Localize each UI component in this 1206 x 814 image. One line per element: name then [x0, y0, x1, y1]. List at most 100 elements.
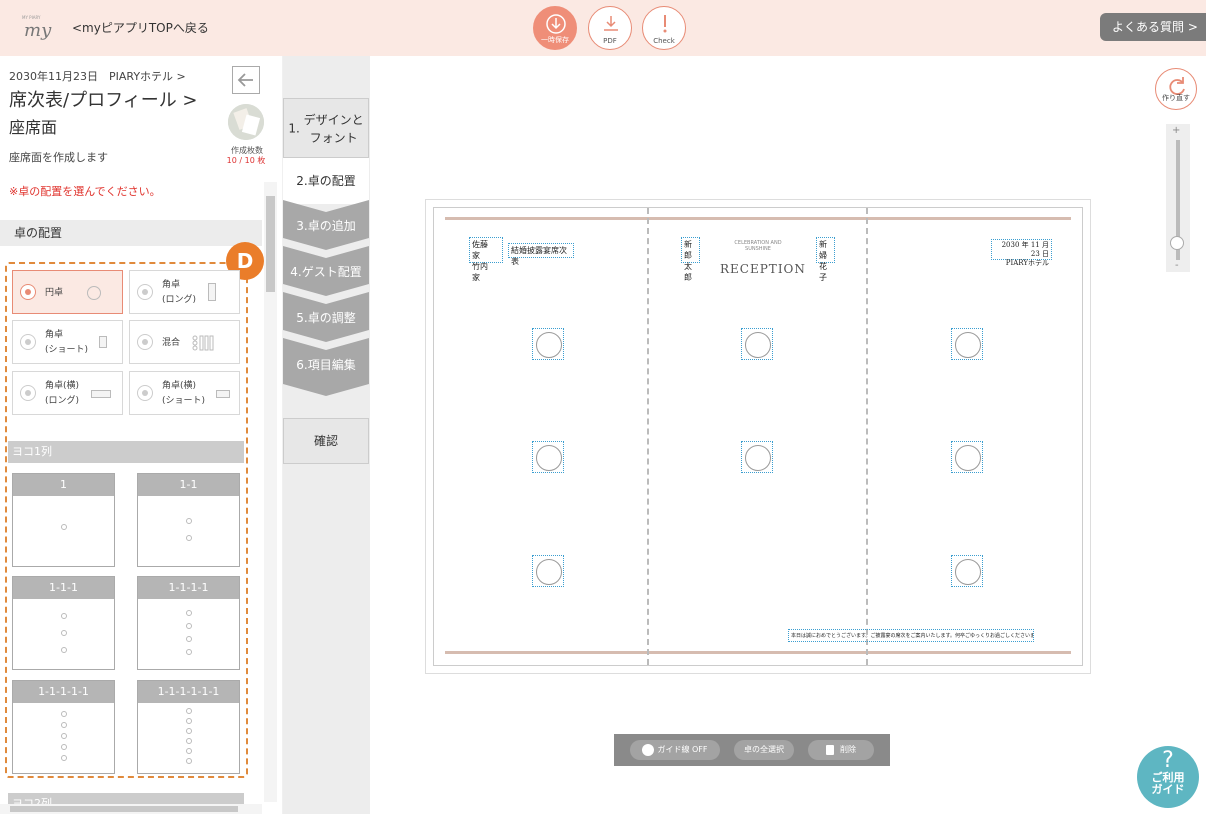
layout-card[interactable]: 1-1-1-1-1 — [12, 680, 115, 774]
option-label: 角卓 (ロング) — [162, 278, 196, 308]
family-names-tag[interactable]: 佐藤 家 竹内 家 — [469, 237, 503, 282]
layout-card-title: 1-1-1-1 — [138, 577, 239, 599]
mixed-table-icon — [192, 335, 214, 354]
layout-card[interactable]: 1-1-1 — [12, 576, 115, 670]
step-guest-placement[interactable]: 4.ゲスト配置 — [283, 246, 369, 296]
step-table-adjust[interactable]: 5.卓の調整 — [283, 292, 369, 342]
delete-button[interactable]: 削除 — [808, 740, 874, 760]
option-label: 混合 — [162, 338, 181, 348]
zoom-out-button[interactable]: - — [1175, 260, 1179, 271]
step-design-font[interactable]: 1. デザインと フォント — [283, 98, 369, 158]
bride-tag[interactable]: 新婦 花子 — [816, 237, 835, 282]
back-to-top-link[interactable]: <myピアプリTOPへ戻る — [72, 19, 209, 36]
family-name-2: 竹内 家 — [472, 262, 496, 282]
left-panel: 2030年11月23日 PIARYホテル > 席次表/プロフィール > 座席面 … — [0, 56, 282, 814]
option-rect-short[interactable]: 角卓 (ショート) — [12, 320, 123, 364]
table-dot — [61, 733, 67, 739]
round-table[interactable] — [532, 555, 564, 587]
check-button[interactable]: Check — [642, 6, 686, 50]
option-label-line1: 角卓 — [162, 280, 181, 290]
select-all-button[interactable]: 卓の全選択 — [734, 740, 794, 760]
faq-button[interactable]: よくある質問 > — [1100, 13, 1206, 41]
option-label: 角卓(横) (ロング) — [45, 379, 79, 409]
option-rect-horizontal-long[interactable]: 角卓(横) (ロング) — [12, 371, 123, 415]
round-table[interactable] — [741, 441, 773, 473]
my-piary-logo[interactable]: my MY PIARY — [20, 12, 58, 46]
step-label: デザインと フォント — [303, 113, 364, 145]
footer-message-tag[interactable]: 本日は誠におめでとうございます。ご披露宴の席次をご案内いたします。何卒ごゆっくり… — [788, 629, 1034, 642]
design-thumbnail[interactable] — [228, 104, 264, 140]
option-rect-long[interactable]: 角卓 (ロング) — [129, 270, 240, 314]
table-dot — [61, 755, 67, 761]
bride-name: 花子 — [819, 262, 827, 282]
option-mixed[interactable]: 混合 — [129, 320, 240, 364]
table-dot — [186, 610, 192, 616]
round-table[interactable] — [951, 555, 983, 587]
round-table[interactable] — [532, 441, 564, 473]
page-description: 座席面を作成します — [9, 151, 108, 164]
round-table[interactable] — [532, 328, 564, 360]
table-dot — [186, 535, 192, 541]
svg-text:MY PIARY: MY PIARY — [22, 15, 41, 20]
step-number: 1. — [288, 121, 300, 136]
layout-card[interactable]: 1 — [12, 473, 115, 567]
round-table[interactable] — [951, 328, 983, 360]
breadcrumb[interactable]: 2030年11月23日 PIARYホテル > — [9, 68, 186, 84]
round-table[interactable] — [951, 441, 983, 473]
layout-card-title: 1-1-1-1-1-1 — [138, 681, 239, 703]
option-label: 角卓(横) (ショート) — [162, 379, 205, 409]
step-table-layout[interactable]: 2.卓の配置 — [283, 158, 369, 204]
confirm-button[interactable]: 確認 — [283, 418, 369, 464]
bottom-decor-line — [445, 651, 1071, 654]
table-dot — [186, 518, 192, 524]
steps-column: 1. デザインと フォント 2.卓の配置 3.卓の追加 4.ゲスト配置 5.卓の… — [283, 56, 370, 814]
trash-icon — [826, 744, 834, 755]
groom-tag[interactable]: 新郎 太郎 — [681, 237, 700, 282]
option-round[interactable]: 円卓 — [12, 270, 123, 314]
help-guide-button[interactable]: ? ご利用 ガイド — [1137, 746, 1199, 808]
vertical-scroll-thumb[interactable] — [266, 196, 275, 292]
arrow-left-icon — [237, 73, 253, 87]
reception-heading: RECEPTION — [720, 262, 806, 276]
table-dot — [186, 718, 192, 724]
option-label-line2: (ロング) — [45, 396, 80, 406]
save-button[interactable]: 一時保存 — [533, 6, 577, 50]
layout-card[interactable]: 1-1 — [137, 473, 240, 567]
radio-icon — [137, 385, 153, 401]
zoom-handle[interactable] — [1170, 236, 1184, 250]
zoom-in-button[interactable]: + — [1172, 125, 1180, 136]
warning-message: ※卓の配置を選んでください。 — [9, 185, 161, 198]
layout-card[interactable]: 1-1-1-1-1-1 — [137, 680, 240, 774]
bottom-toolbar: ガイド線 OFF 卓の全選択 削除 — [614, 734, 890, 766]
guide-line — [647, 208, 649, 665]
round-table[interactable] — [741, 328, 773, 360]
redo-button[interactable]: 作り直す — [1155, 68, 1197, 110]
page-title[interactable]: 席次表/プロフィール > — [9, 86, 198, 112]
horizontal-short-table-icon — [216, 390, 230, 398]
table-dot — [186, 738, 192, 744]
guide-icon — [642, 743, 655, 756]
redo-label: 作り直す — [1162, 94, 1190, 102]
layout-card-title: 1-1 — [138, 474, 239, 496]
option-label: 円卓 — [45, 288, 64, 298]
pdf-button[interactable]: PDF — [588, 6, 632, 50]
round-table-icon — [87, 286, 101, 300]
step-add-table[interactable]: 3.卓の追加 — [283, 200, 369, 250]
collapse-panel-button[interactable] — [232, 66, 260, 94]
step-label: 4.ゲスト配置 — [290, 265, 362, 279]
option-rect-horizontal-short[interactable]: 角卓(横) (ショート) — [129, 371, 240, 415]
table-dot — [186, 623, 192, 629]
group-header: ヨコ1列 — [8, 441, 244, 463]
layout-card[interactable]: 1-1-1-1 — [137, 576, 240, 670]
horizontal-long-table-icon — [91, 390, 111, 398]
layout-card-title: 1-1-1-1-1 — [13, 681, 114, 703]
guide-toggle-button[interactable]: ガイド線 OFF — [630, 740, 720, 760]
table-dot — [186, 758, 192, 764]
pdf-label: PDF — [603, 37, 617, 45]
date-venue-tag[interactable]: 2030 年 11 月 23 日 PIARYホテル — [991, 239, 1052, 267]
horizontal-scroll-thumb[interactable] — [10, 806, 238, 812]
guide-label: ガイド線 OFF — [657, 745, 708, 754]
title-tag[interactable]: 結婚披露宴席次表 — [508, 243, 574, 266]
step-item-edit[interactable]: 6.項目編集 — [283, 338, 369, 396]
guide-line — [866, 208, 868, 665]
